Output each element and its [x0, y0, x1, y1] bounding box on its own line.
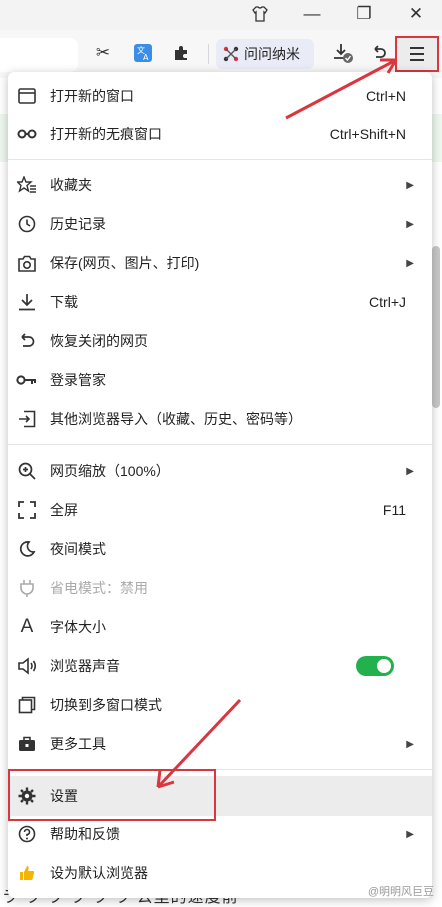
close-button[interactable]: ✕: [402, 2, 430, 26]
sound-toggle[interactable]: [356, 656, 394, 676]
watermark-text: @明明风巨豆: [367, 886, 434, 898]
menu-item-browser-sound[interactable]: 浏览器声音: [8, 647, 432, 685]
menu-item-font-size[interactable]: A 字体大小: [8, 608, 432, 646]
incognito-icon: [16, 123, 38, 145]
menu-item-label: 历史记录: [50, 216, 106, 232]
shortcut-text: F11: [382, 502, 406, 518]
submenu-arrow-icon: ▶: [406, 257, 414, 269]
menu-item-label: 省电模式：禁用: [50, 580, 148, 596]
import-icon: [16, 408, 38, 430]
menu-item-fullscreen[interactable]: 全屏 F11: [8, 491, 432, 529]
undo-close-icon[interactable]: [366, 40, 392, 66]
minimize-button[interactable]: —: [298, 2, 326, 26]
submenu-arrow-icon: ▶: [406, 179, 414, 191]
submenu-arrow-icon: ▶: [406, 828, 414, 840]
menu-item-label: 帮助和反馈: [50, 826, 120, 842]
menu-item-label: 收藏夹: [50, 177, 92, 193]
menu-item-label: 设为默认浏览器: [50, 865, 148, 881]
address-bar[interactable]: [0, 38, 78, 72]
submenu-arrow-icon: ▶: [406, 738, 414, 750]
star-list-icon: [16, 174, 38, 196]
settings-highlight-box: [8, 769, 216, 821]
menu-item-label: 网页缩放（100%）: [50, 463, 170, 479]
moon-icon: [16, 538, 38, 560]
shortcut-text: Ctrl+J: [369, 294, 406, 310]
shortcut-text: Ctrl+N: [365, 88, 406, 104]
menu-item-label: 夜间模式: [50, 541, 106, 557]
menu-item-favorites[interactable]: 收藏夹 ▶: [8, 166, 432, 204]
menu-divider: [8, 159, 432, 160]
menu-item-label: 切换到多窗口模式: [50, 697, 162, 713]
translate-icon[interactable]: 文A: [130, 40, 156, 66]
scissors-icon[interactable]: ✂: [90, 40, 116, 66]
undo-icon: [16, 330, 38, 352]
menu-item-zoom[interactable]: 网页缩放（100%） ▶: [8, 452, 432, 490]
key-icon: [16, 369, 38, 391]
menu-item-label: 字体大小: [50, 619, 106, 635]
menu-divider: [8, 444, 432, 445]
shortcut-text: Ctrl+Shift+N: [329, 126, 406, 142]
menu-item-multiwindow[interactable]: 切换到多窗口模式: [8, 686, 432, 724]
font-icon: A: [20, 616, 34, 637]
menu-item-new-window[interactable]: 打开新的窗口 Ctrl+N: [8, 77, 432, 115]
download-icon: [16, 291, 38, 313]
extensions-icon[interactable]: [168, 40, 194, 66]
window-icon: [16, 85, 38, 107]
zoom-icon: [16, 460, 38, 482]
browser-toolbar: ✂ 文A 问问纳米: [0, 30, 442, 78]
menu-item-label: 下载: [50, 294, 78, 310]
menu-item-restore-closed[interactable]: 恢复关闭的网页: [8, 322, 432, 360]
window-titlebar: — ❐ ✕: [0, 0, 442, 30]
page-scrollbar[interactable]: [432, 246, 440, 408]
menu-item-save[interactable]: 保存(网页、图片、打印) ▶: [8, 244, 432, 282]
submenu-arrow-icon: ▶: [406, 218, 414, 230]
menu-item-login-manager[interactable]: 登录管家: [8, 361, 432, 399]
menu-item-label: 登录管家: [50, 372, 106, 388]
restore-button[interactable]: ❐: [350, 2, 378, 26]
menu-item-label: 保存(网页、图片、打印): [50, 255, 200, 271]
fullscreen-icon: [16, 499, 38, 521]
download-status-icon[interactable]: [330, 40, 356, 66]
menu-item-new-incognito[interactable]: 打开新的无痕窗口 Ctrl+Shift+N: [8, 115, 432, 153]
menu-item-night-mode[interactable]: 夜间模式: [8, 530, 432, 568]
menu-item-label: 打开新的无痕窗口: [50, 126, 162, 142]
multiwindow-icon: [16, 694, 38, 716]
toolbox-icon: [16, 733, 38, 755]
ask-nano-label: 问问纳米: [244, 46, 300, 62]
main-menu-button[interactable]: [395, 36, 439, 72]
menu-item-import[interactable]: 其他浏览器导入（收藏、历史、密码等）: [8, 400, 432, 438]
hamburger-icon: [410, 47, 424, 61]
camera-icon: [16, 252, 38, 274]
help-icon: [16, 823, 38, 845]
toolbar-divider: [208, 44, 209, 64]
clock-icon: [16, 213, 38, 235]
nano-logo-icon: [223, 46, 239, 62]
svg-text:A: A: [143, 53, 149, 62]
thumbs-up-icon: [16, 862, 38, 884]
menu-item-label: 更多工具: [50, 736, 106, 752]
speaker-icon: [16, 655, 38, 677]
menu-item-history[interactable]: 历史记录 ▶: [8, 205, 432, 243]
menu-item-power-saving: 省电模式：禁用: [8, 569, 432, 607]
menu-item-more-tools[interactable]: 更多工具 ▶: [8, 725, 432, 763]
shirt-icon[interactable]: [246, 2, 274, 26]
menu-item-label: 全屏: [50, 502, 78, 518]
menu-item-label: 浏览器声音: [50, 658, 120, 674]
menu-item-label: 其他浏览器导入（收藏、历史、密码等）: [50, 411, 302, 427]
submenu-arrow-icon: ▶: [406, 465, 414, 477]
ask-nano-button[interactable]: 问问纳米: [216, 39, 314, 69]
menu-item-downloads[interactable]: 下载 Ctrl+J: [8, 283, 432, 321]
menu-item-label: 恢复关闭的网页: [50, 333, 148, 349]
plug-icon: [16, 577, 38, 599]
menu-item-label: 打开新的窗口: [50, 88, 134, 104]
